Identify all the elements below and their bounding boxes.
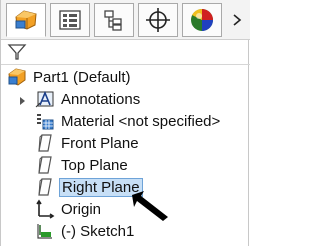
tab-configurationmanager[interactable] — [94, 3, 134, 37]
tree-item-label: Front Plane — [61, 134, 139, 152]
manager-tab-bar — [1, 0, 250, 40]
crosshair-icon — [146, 8, 170, 32]
divider — [1, 64, 250, 65]
annotations-icon — [35, 89, 55, 109]
tree-item-label: Top Plane — [61, 156, 128, 174]
property-manager-icon — [59, 10, 81, 30]
tree-item-label: Origin — [61, 200, 102, 218]
tab-dimxpertmanager[interactable] — [138, 3, 178, 37]
featuremanager-icon — [15, 10, 37, 30]
feature-manager-panel: Part1 (Default) Annotations Material <no — [0, 0, 250, 246]
configuration-manager-icon — [104, 10, 122, 31]
tree-item-label: Annotations — [61, 90, 141, 108]
tab-displaymanager[interactable] — [182, 3, 222, 37]
tree-item-label: (-) Sketch1 — [61, 222, 135, 240]
origin-icon — [35, 199, 55, 219]
tree-item-label: Material <not specified> — [61, 112, 221, 130]
tree-item-material[interactable]: Material <not specified> — [35, 110, 222, 132]
tree-root-part1[interactable]: Part1 (Default) — [7, 66, 133, 88]
expand-arrow-icon[interactable] — [18, 93, 28, 105]
tree-root-label: Part1 (Default) — [33, 68, 131, 86]
tab-propertymanager[interactable] — [50, 3, 90, 37]
tree-item-sketch1[interactable]: (-) Sketch1 — [35, 220, 136, 242]
filter-icon[interactable] — [7, 43, 29, 63]
tree-item-top-plane[interactable]: Top Plane — [35, 154, 130, 176]
plane-icon — [35, 133, 55, 153]
sketch-icon — [35, 221, 55, 241]
tree-item-origin[interactable]: Origin — [35, 198, 103, 220]
pointer-arrow-icon — [130, 189, 174, 223]
tree-item-right-plane[interactable]: Right Plane — [35, 176, 143, 198]
tree-item-annotations[interactable]: Annotations — [35, 88, 142, 110]
display-manager-icon — [191, 8, 213, 31]
plane-icon — [35, 155, 55, 175]
plane-icon — [35, 177, 55, 197]
material-icon — [35, 111, 55, 131]
part-icon — [7, 67, 27, 87]
chevron-right-icon[interactable] — [228, 8, 246, 32]
tab-featuremanager[interactable] — [6, 3, 46, 37]
tree-item-front-plane[interactable]: Front Plane — [35, 132, 141, 154]
